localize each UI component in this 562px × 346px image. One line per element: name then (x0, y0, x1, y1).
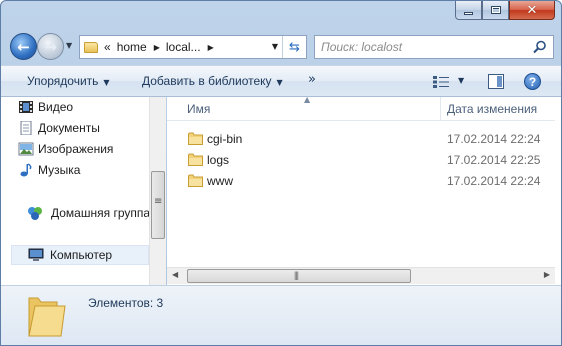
more-commands-button[interactable]: » (308, 72, 316, 87)
refresh-icon: ⇆ (289, 39, 300, 55)
address-bar[interactable]: « home ▶ local... ▶ ▼ ⇆ (79, 35, 307, 59)
help-icon[interactable]: ? (524, 73, 541, 90)
column-divider[interactable] (440, 97, 441, 121)
maximize-icon (490, 6, 501, 14)
file-row[interactable]: www 17.02.2014 22:24 (167, 171, 555, 191)
recent-pages-dropdown[interactable]: ▼ (66, 41, 72, 50)
scrollbar-thumb[interactable] (187, 269, 411, 283)
file-date: 17.02.2014 22:24 (447, 132, 541, 146)
chevron-down-icon: ▼ (276, 78, 283, 87)
breadcrumb-local[interactable]: local... (166, 40, 201, 54)
computer-icon (28, 248, 44, 261)
add-to-library-label: Добавить в библиотеку (142, 74, 272, 88)
organize-label: Упорядочить (27, 74, 99, 88)
search-input[interactable]: Поиск: localost (321, 40, 402, 54)
file-name: www (207, 174, 233, 188)
views-dropdown[interactable]: ▼ (458, 76, 464, 85)
video-icon (19, 101, 33, 113)
folder-icon (188, 174, 203, 187)
file-date: 17.02.2014 22:24 (447, 174, 541, 188)
horizontal-scrollbar[interactable]: ◀ ▶ (167, 267, 555, 284)
breadcrumb-overflow[interactable]: « (104, 40, 111, 54)
chevron-right-icon[interactable]: ▶ (208, 43, 214, 52)
maximize-button[interactable] (482, 1, 509, 20)
column-header-date[interactable]: Дата изменения (447, 102, 537, 116)
caption-buttons: ✕ (455, 1, 555, 20)
folder-icon (28, 297, 66, 337)
sidebar-item-documents[interactable]: Документы (20, 119, 100, 137)
minimize-icon (464, 11, 473, 15)
close-button[interactable]: ✕ (509, 1, 555, 20)
folder-icon (188, 153, 203, 166)
file-row[interactable]: logs 17.02.2014 22:25 (167, 150, 555, 170)
back-button[interactable]: ← (10, 33, 37, 60)
close-icon: ✕ (526, 2, 538, 18)
views-icon[interactable] (433, 76, 449, 88)
sidebar-item-pictures[interactable]: Изображения (18, 140, 114, 158)
command-bar: Упорядочить ▼ Добавить в библиотеку ▼ » ▼ … (1, 65, 561, 97)
sidebar-item-label: Домашняя группа (51, 206, 151, 220)
explorer-window: ✕ ← → ▼ « home ▶ local... ▶ ▼ ⇆ Поиск: l… (0, 0, 562, 346)
navigation-scrollbar[interactable] (149, 97, 166, 285)
chevron-down-icon: ▼ (103, 78, 110, 87)
item-count: Элементов: 3 (88, 296, 164, 310)
homegroup-icon (28, 207, 42, 220)
sidebar-item-label: Видео (38, 100, 74, 114)
sidebar-item-label: Документы (38, 121, 100, 135)
file-row[interactable]: cgi-bin 17.02.2014 22:24 (167, 129, 555, 149)
column-header-row: ▲ Имя Дата изменения (167, 95, 555, 121)
file-date: 17.02.2014 22:25 (447, 153, 541, 167)
sidebar-item-music[interactable]: Музыка (20, 161, 81, 179)
documents-icon (20, 121, 32, 135)
breadcrumb-home[interactable]: home (117, 40, 147, 54)
sidebar-item-computer[interactable]: Компьютер (28, 246, 113, 264)
arrow-right-icon: → (44, 37, 57, 56)
details-pane: Элементов: 3 (1, 285, 561, 345)
scroll-left-icon[interactable]: ◀ (172, 270, 178, 279)
file-name: logs (207, 153, 230, 167)
forward-button[interactable]: → (37, 33, 64, 60)
sidebar-item-video[interactable]: Видео (19, 98, 74, 116)
search-icon[interactable] (533, 40, 547, 54)
sidebar-item-label: Изображения (38, 142, 114, 156)
refresh-button[interactable]: ⇆ (282, 36, 306, 58)
organize-button[interactable]: Упорядочить ▼ (27, 74, 110, 88)
preview-pane-icon[interactable] (488, 74, 504, 89)
minimize-button[interactable] (455, 1, 482, 20)
folder-icon (84, 41, 98, 53)
sidebar-item-homegroup[interactable]: Домашняя группа (28, 204, 151, 222)
chevron-right-icon[interactable]: ▶ (154, 43, 160, 52)
folder-icon (188, 132, 203, 145)
file-name: cgi-bin (207, 132, 243, 146)
search-box[interactable]: Поиск: localost (314, 35, 554, 59)
sidebar-item-label: Компьютер (50, 248, 113, 262)
sort-up-icon: ▲ (304, 95, 311, 104)
scrollbar-thumb[interactable] (151, 171, 165, 239)
sidebar-item-label: Музыка (38, 163, 81, 177)
file-list: ▲ Имя Дата изменения cgi-bin 17.02.2014 … (167, 95, 561, 285)
column-header-name[interactable]: Имя (187, 102, 210, 116)
pictures-icon (18, 142, 34, 156)
scroll-right-icon[interactable]: ▶ (544, 270, 550, 279)
add-to-library-button[interactable]: Добавить в библиотеку ▼ (142, 74, 283, 88)
music-icon (20, 163, 32, 177)
arrow-left-icon: ← (17, 37, 30, 56)
address-dropdown[interactable]: ▼ (272, 42, 278, 51)
